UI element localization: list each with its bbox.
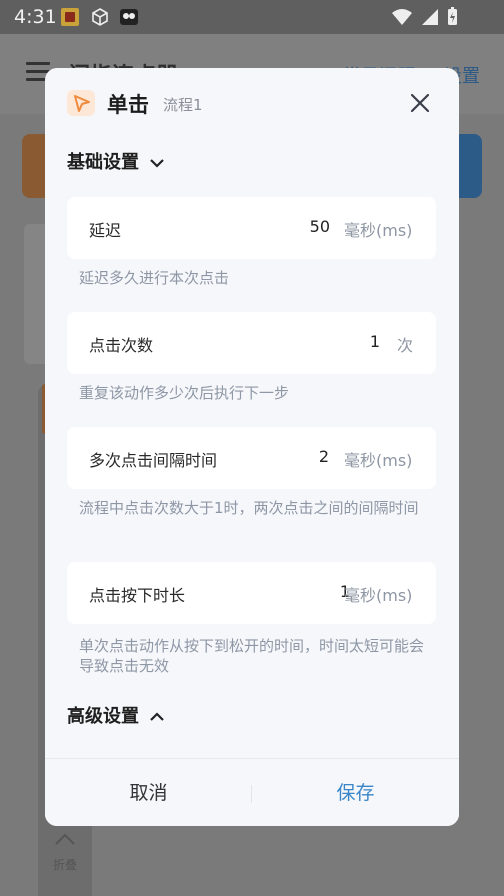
interval-label: 多次点击间隔时间 [89, 451, 218, 470]
click-count-label: 点击次数 [89, 336, 154, 355]
press-duration-unit: 毫秒(ms) [344, 586, 413, 605]
click-count-input[interactable]: 1 [320, 332, 380, 351]
status-bar: 4:31 [0, 0, 504, 34]
advanced-settings-toggle[interactable]: 高级设置 [67, 702, 165, 728]
press-duration-row[interactable]: 点击按下时长 1 毫秒(ms) [67, 562, 436, 624]
close-icon[interactable] [409, 92, 431, 114]
delay-row[interactable]: 延迟 50 毫秒(ms) [67, 197, 436, 259]
basic-settings-toggle[interactable]: 基础设置 [67, 148, 165, 174]
advanced-settings-title: 高级设置 [67, 706, 139, 727]
chevron-down-icon [150, 159, 165, 168]
dialog-title: 单击 [107, 93, 149, 117]
delay-label: 延迟 [89, 221, 122, 240]
game-notification-icon [120, 9, 138, 25]
dialog-header: 单击 流程1 [45, 68, 459, 136]
interval-unit: 毫秒(ms) [344, 451, 413, 470]
click-count-row[interactable]: 点击次数 1 次 [67, 312, 436, 374]
click-count-hint: 重复该动作多少次后执行下一步 [79, 384, 290, 402]
interval-row[interactable]: 多次点击间隔时间 2 毫秒(ms) [67, 427, 436, 489]
basic-settings-title: 基础设置 [67, 152, 139, 173]
fold-label: 折叠 [52, 858, 77, 872]
click-count-unit: 次 [397, 336, 414, 355]
fold-button[interactable]: 折叠 [38, 824, 92, 896]
chevron-up-icon [150, 712, 165, 721]
status-time: 4:31 [14, 6, 57, 28]
delay-input[interactable]: 50 [270, 217, 330, 236]
cancel-button[interactable]: 取消 [45, 759, 252, 826]
chevron-up-icon [55, 833, 75, 845]
press-duration-input[interactable]: 1 [290, 582, 350, 601]
app-notification-icon [61, 8, 79, 26]
interval-input[interactable]: 2 [269, 447, 329, 466]
press-duration-label: 点击按下时长 [89, 586, 186, 605]
delay-unit: 毫秒(ms) [344, 221, 413, 240]
click-settings-dialog: 单击 流程1 基础设置 延迟 50 毫秒(ms) 延迟多久进行本次点击 点击次数… [45, 68, 459, 826]
save-button[interactable]: 保存 [252, 759, 459, 826]
signal-battery-icons [392, 7, 457, 25]
delay-hint: 延迟多久进行本次点击 [79, 269, 230, 287]
cube-icon [92, 8, 108, 26]
click-action-icon [67, 90, 95, 116]
press-duration-hint: 单次点击动作从按下到松开的时间，时间太短可能会导致点击无效 [79, 637, 425, 675]
dialog-footer: 取消 保存 [45, 758, 459, 826]
dialog-subtitle: 流程1 [163, 96, 203, 114]
interval-hint: 流程中点击次数大于1时，两次点击之间的间隔时间 [79, 499, 419, 517]
